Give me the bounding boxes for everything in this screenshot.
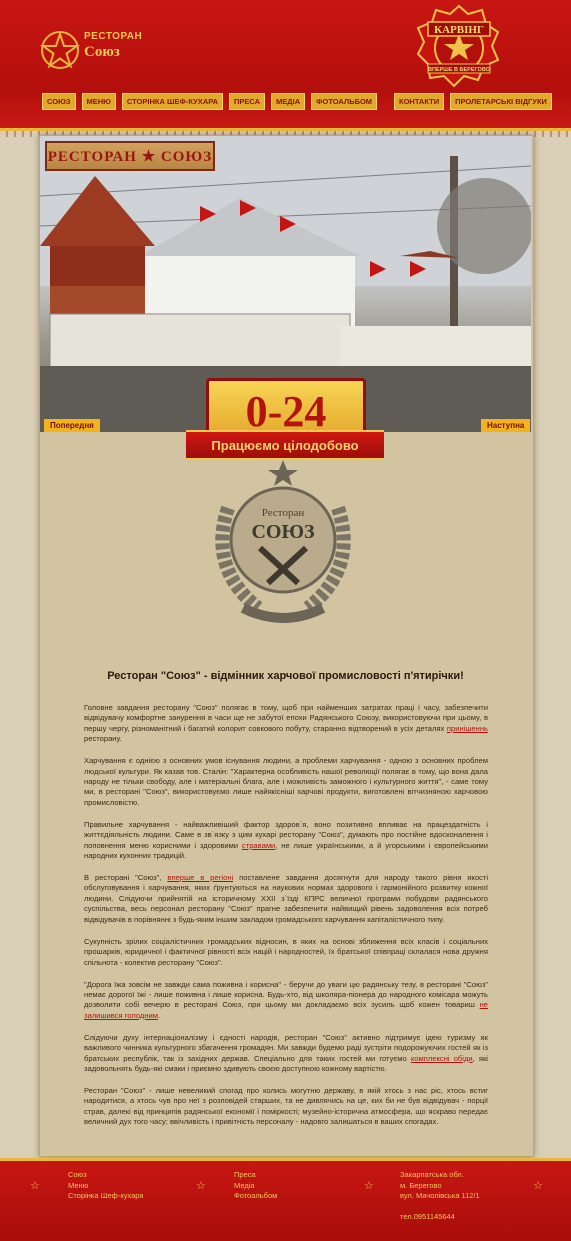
paragraph-text: ресторану. xyxy=(84,734,122,744)
nav-item-press[interactable]: ПРЕСА xyxy=(229,93,266,110)
hours-ribbon: Працюємо цілодобово xyxy=(186,430,384,460)
prev-slide-button[interactable]: Попередня xyxy=(44,419,100,432)
paragraph-text: . xyxy=(158,1010,161,1020)
badge-bottom-text: ВПЕРШЕ В БЕРЕГОВО xyxy=(428,67,491,73)
paragraph-2: Харчування є однією з основних умов існу… xyxy=(84,756,488,807)
footer-address: Закарпатська обл. м. Берегово вул. Мачол… xyxy=(400,1170,480,1222)
paragraph-4: В ресторані "Союз", вперше в регіоні пос… xyxy=(84,873,488,925)
paragraph-text: Головне завдання ресторану "Союз" поляга… xyxy=(84,703,488,733)
page-headline: Ресторан "Союз" - відмінник харчової про… xyxy=(107,670,464,682)
badge-top-text: КАРВІНГ xyxy=(434,24,484,36)
main-text: Головне завдання ресторану "Союз" поляга… xyxy=(84,703,488,1139)
footer-link-menu[interactable]: Меню xyxy=(68,1181,143,1192)
footer-link-chef[interactable]: Сторінка Шеф-кухаря xyxy=(68,1191,143,1202)
restaurant-sign: РЕСТОРАН ★ СОЮЗ xyxy=(45,141,215,171)
paragraph-8: Ресторан "Союз" - лише невеликий спогад … xyxy=(84,1085,488,1127)
paragraph-text: "Дорога їжа зовсім не завжди сама поживн… xyxy=(84,979,488,1010)
address-line: вул. Мачолівська 112/1 xyxy=(400,1191,480,1200)
paragraph-7: Слідуючи духу інтернаціоналізму і єдност… xyxy=(84,1033,488,1075)
nav-item-menu[interactable]: МЕНЮ xyxy=(81,93,116,110)
emblem-big-text: СОЮЗ xyxy=(251,521,315,543)
footer-link-media[interactable]: Медіа xyxy=(234,1181,277,1192)
paragraph-5: Сукупність зрілих соціалістичних громадс… xyxy=(84,936,488,967)
first-in-region-link[interactable]: вперше в регіоні xyxy=(167,873,233,882)
footer-star-icon: ☆ xyxy=(196,1179,206,1192)
main-nav: СОЮЗ МЕНЮ СТОРІНКА ШЕФ-КУХАРА ПРЕСА МЕДІ… xyxy=(42,93,378,110)
paragraph-6: "Дорога їжа зовсім не завжди сама поживн… xyxy=(84,980,488,1022)
emblem-small-text: Ресторан xyxy=(262,507,305,519)
footer-link-soyuz[interactable]: Союз xyxy=(68,1170,143,1181)
address-line: м. Берегово xyxy=(400,1180,442,1190)
secondary-nav: КОНТАКТИ ПРОЛЕТАРСЬКІ ВІДГУКИ xyxy=(394,93,552,110)
logo-small-text: РЕСТОРАН xyxy=(84,31,143,42)
phone-number: тел.0951145644 xyxy=(400,1211,455,1221)
footer-link-photo[interactable]: Фотоальбом xyxy=(234,1191,277,1202)
footer-star-icon: ☆ xyxy=(30,1179,40,1192)
next-slide-button[interactable]: Наступна xyxy=(481,419,531,432)
nav-item-reviews[interactable]: ПРОЛЕТАРСЬКІ ВІДГУКИ xyxy=(450,93,552,110)
set-lunches-link[interactable]: комплексні обіди xyxy=(411,1054,473,1063)
footer-nav-1: Союз Меню Сторінка Шеф-кухаря xyxy=(68,1170,143,1202)
footer-nav-2: Преса Медіа Фотоальбом xyxy=(234,1170,277,1202)
address-line: Закарпатська обл. xyxy=(400,1170,464,1179)
paragraph-text: В ресторані "Союз", xyxy=(84,873,168,883)
paragraph-1: Головне завдання ресторану "Союз" поляга… xyxy=(84,703,488,745)
nav-item-chef-page[interactable]: СТОРІНКА ШЕФ-КУХАРА xyxy=(121,93,223,110)
carving-badge-icon[interactable]: КАРВІНГ ВПЕРШЕ В БЕРЕГОВО xyxy=(416,4,502,90)
paragraph-3: Правильне харчування - найважливіший фак… xyxy=(84,820,488,862)
nav-item-photo-album[interactable]: ФОТОАЛЬБОМ xyxy=(311,93,378,110)
footer-star-icon: ☆ xyxy=(364,1179,374,1192)
logo-big-text: Союз xyxy=(84,44,120,60)
nav-item-media[interactable]: МЕДІА xyxy=(271,93,306,110)
footer-star-icon: ☆ xyxy=(533,1179,543,1192)
logo-text[interactable]: РЕСТОРАН Союз xyxy=(84,32,142,60)
soyuz-emblem-icon: Ресторан СОЮЗ xyxy=(215,460,351,623)
dishes-link[interactable]: стравами xyxy=(242,841,275,850)
nav-item-soyuz[interactable]: СОЮЗ xyxy=(42,93,76,110)
footer-link-press[interactable]: Преса xyxy=(234,1170,277,1181)
nav-item-contacts[interactable]: КОНТАКТИ xyxy=(394,93,445,110)
header-bar: РЕСТОРАН Союз КАРВІНГ ВПЕРШЕ В БЕРЕГОВО … xyxy=(0,0,571,137)
premises-link[interactable]: принішеннь xyxy=(447,724,488,733)
star-logo-icon[interactable] xyxy=(40,30,80,70)
